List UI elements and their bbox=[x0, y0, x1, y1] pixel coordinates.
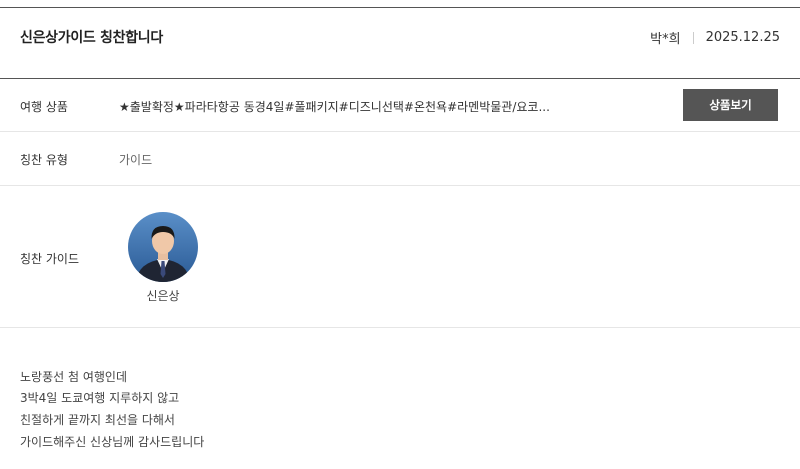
review-date: 2025.12.25 bbox=[705, 30, 780, 45]
guide-label: 칭찬 가이드 bbox=[20, 252, 80, 266]
praise-type-label: 칭찬 유형 bbox=[20, 153, 68, 167]
praise-type-value: 가이드 bbox=[119, 153, 153, 167]
meta-separator bbox=[692, 31, 694, 44]
guide-portrait-icon[interactable] bbox=[128, 212, 198, 282]
avatar-image bbox=[128, 212, 198, 282]
top-divider bbox=[0, 7, 800, 8]
review-text-line: 노랑풍선 첨 여행인데 bbox=[20, 370, 127, 384]
product-name[interactable]: ★출발확정★파라타항공 동경4일#풀패키지#디즈니선택#온천욕#라멘박물관/요코… bbox=[119, 98, 550, 115]
review-title: 신은상가이드 칭찬합니다 bbox=[20, 30, 163, 46]
guide-name: 신은상 bbox=[146, 289, 180, 303]
product-label: 여행 상품 bbox=[20, 100, 68, 114]
review-text-line: 가이드해주신 신상님께 감사드립니다 bbox=[20, 435, 205, 449]
review-text-line: 3박4일 도쿄여행 지루하지 않고 bbox=[20, 391, 180, 405]
view-product-button[interactable]: 상품보기 bbox=[683, 89, 778, 121]
review-text-line: 친절하게 끝까지 최선을 다해서 bbox=[20, 413, 175, 427]
review-meta: 박*희 2025.12.25 bbox=[650, 28, 780, 47]
row-divider bbox=[0, 327, 800, 328]
review-author: 박*희 bbox=[650, 32, 681, 47]
row-divider bbox=[0, 185, 800, 186]
header-divider bbox=[0, 78, 800, 79]
row-divider bbox=[0, 131, 800, 132]
